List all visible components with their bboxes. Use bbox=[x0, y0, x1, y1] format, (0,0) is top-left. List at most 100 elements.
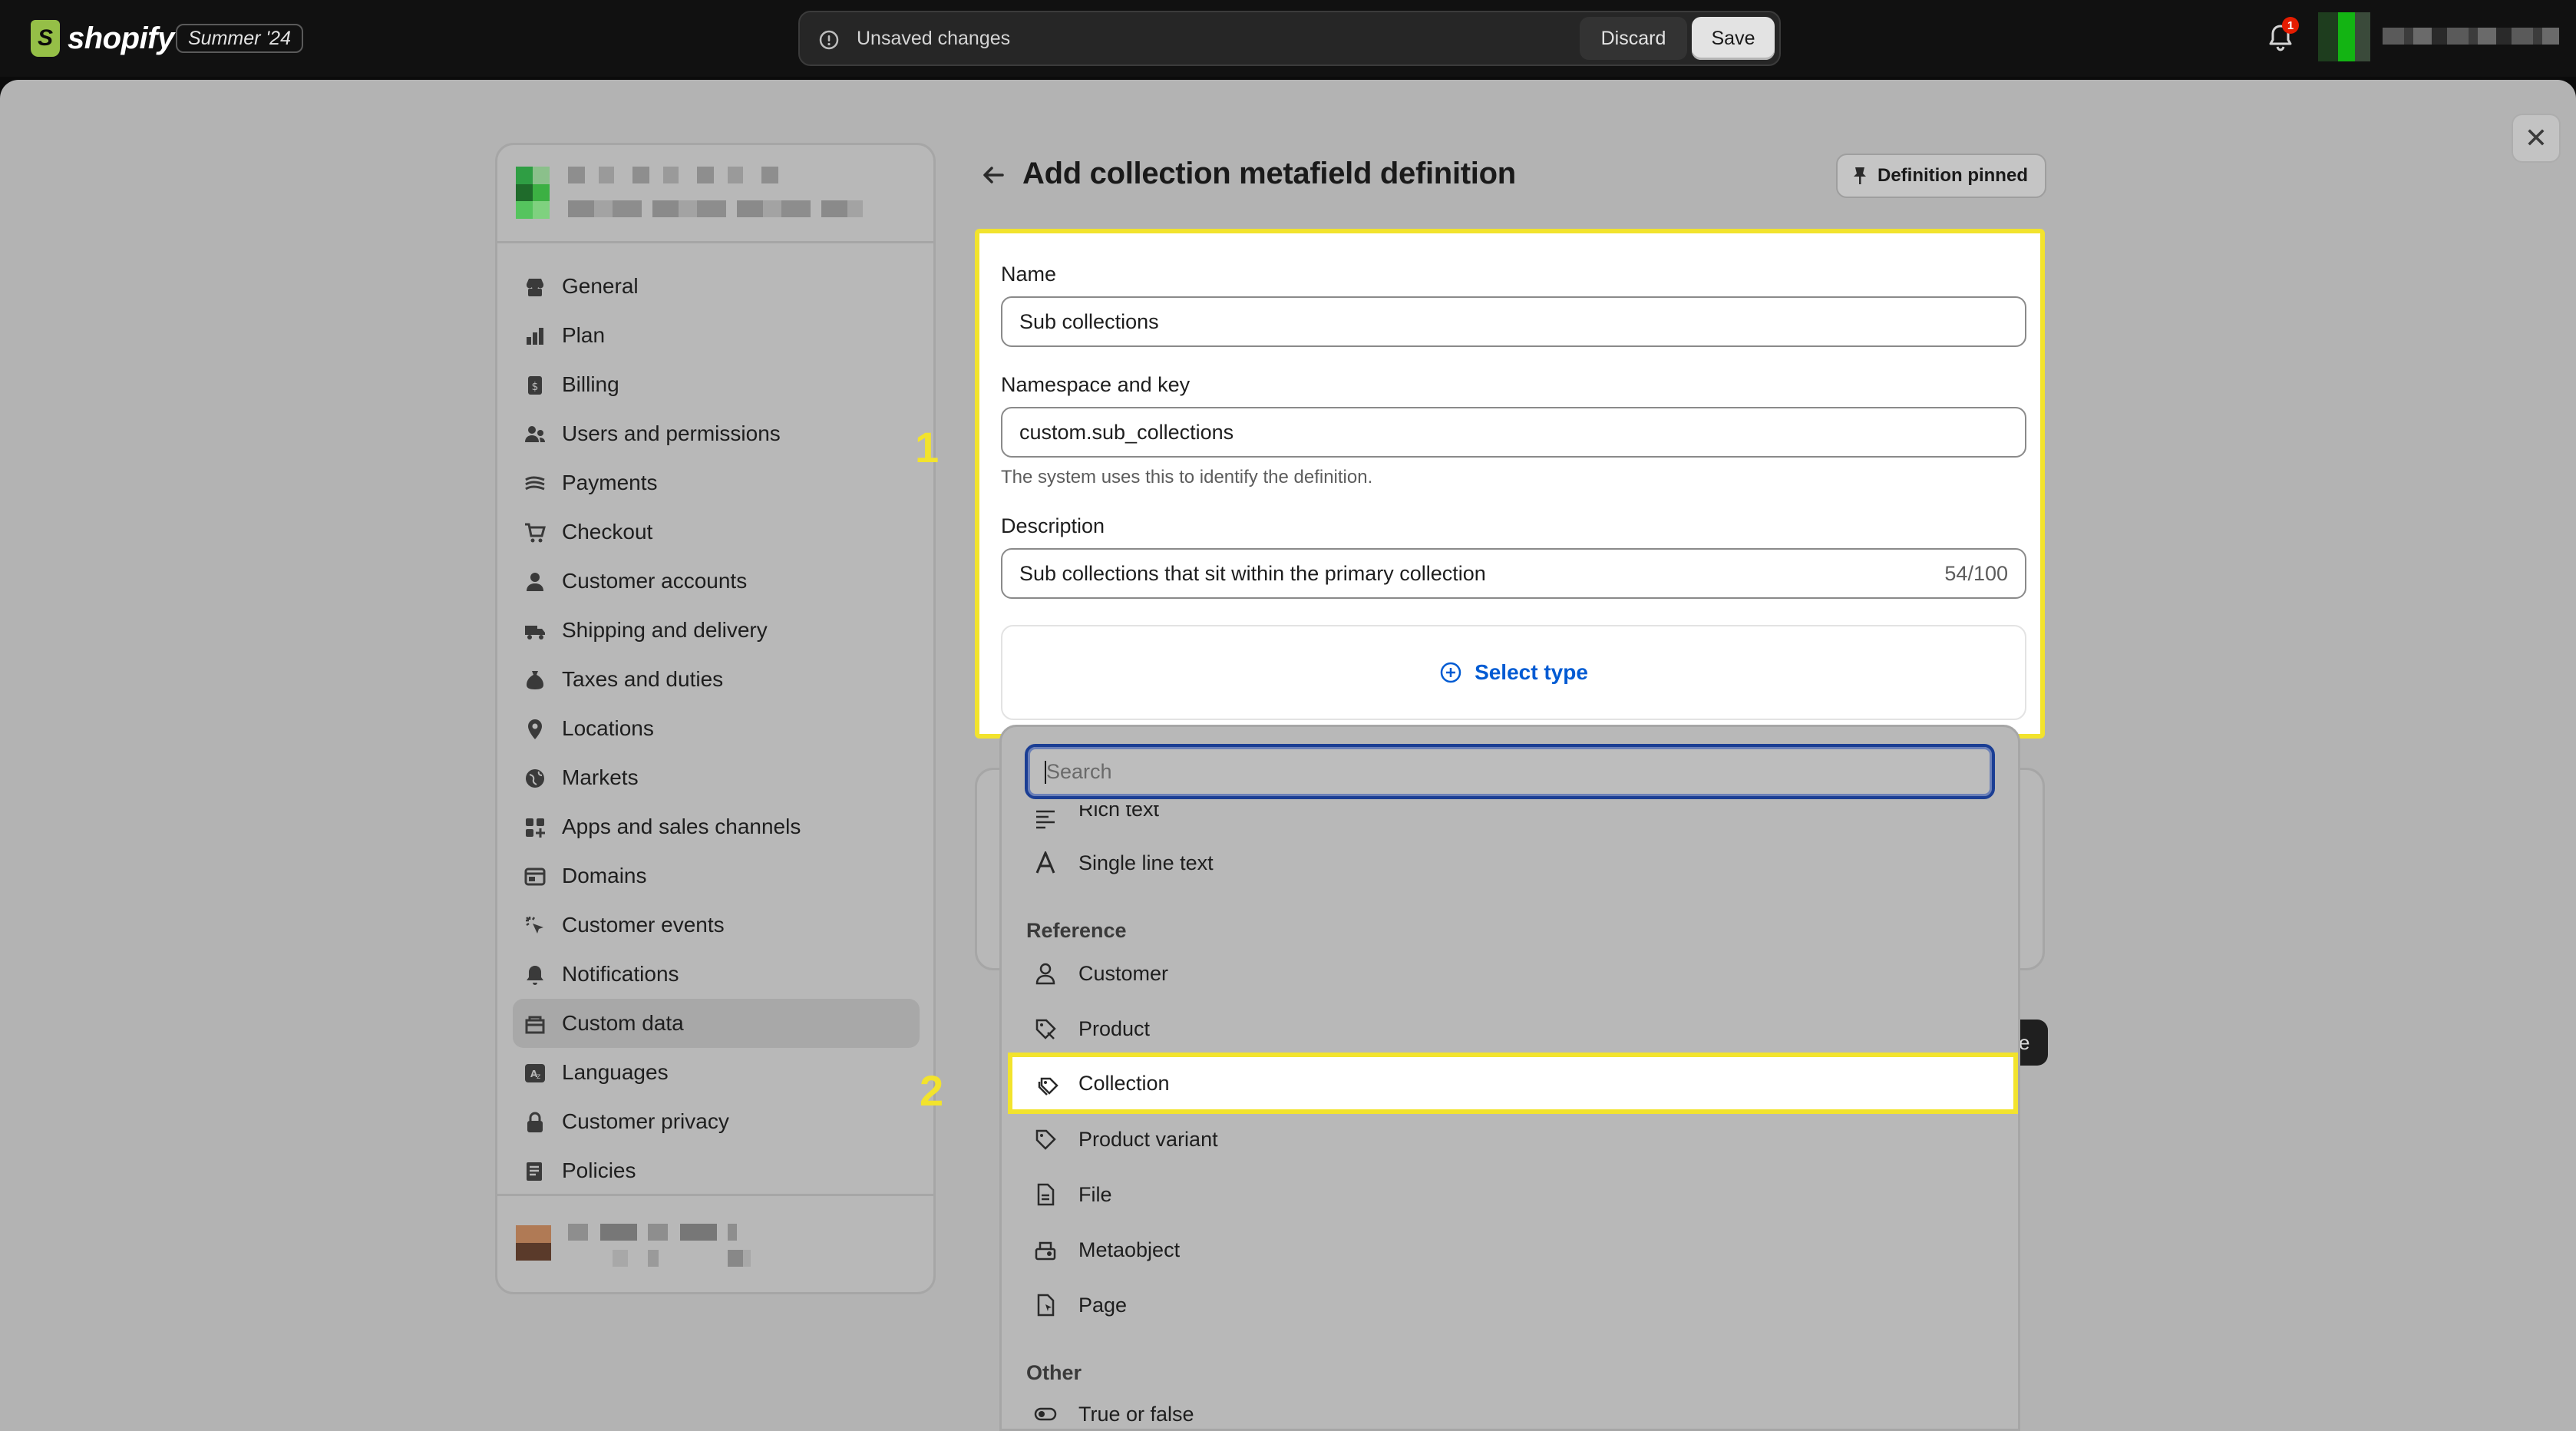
svg-text:$: $ bbox=[532, 381, 539, 393]
sidebar-item-domains[interactable]: Domains bbox=[513, 851, 920, 901]
sidebar-item-label: Custom data bbox=[562, 1011, 684, 1035]
shopify-logo[interactable]: S shopify bbox=[31, 18, 174, 58]
sidebar-item-policies[interactable]: Policies bbox=[513, 1146, 920, 1195]
type-option-product-variant[interactable]: Product variant bbox=[1012, 1112, 2012, 1166]
step-marker-2: 2 bbox=[920, 1066, 944, 1115]
select-type-label: Select type bbox=[1475, 660, 1588, 684]
sidebar-item-label: Payments bbox=[562, 471, 658, 494]
type-option-file[interactable]: File bbox=[1012, 1168, 2012, 1221]
sidebar-item-plan[interactable]: Plan bbox=[513, 311, 920, 360]
sidebar-item-locations[interactable]: Locations bbox=[513, 704, 920, 753]
definition-pinned-button[interactable]: Definition pinned bbox=[1836, 154, 2046, 198]
sidebar-item-shipping-and-delivery[interactable]: Shipping and delivery bbox=[513, 606, 920, 655]
sidebar-item-label: Customer privacy bbox=[562, 1109, 729, 1133]
lock-icon bbox=[527, 1112, 543, 1132]
select-type-button[interactable]: Select type bbox=[1001, 625, 2026, 720]
description-field[interactable]: Sub collections that sit within the prim… bbox=[1001, 548, 2026, 599]
sidebar-item-label: Policies bbox=[562, 1158, 636, 1182]
cart-icon bbox=[525, 523, 546, 543]
reference-section-header: Reference bbox=[1026, 919, 1127, 942]
metafield-form-card: Name Sub collections Namespace and key c… bbox=[975, 229, 2045, 739]
rich-text-icon bbox=[1036, 810, 1055, 829]
type-search-input[interactable]: Search bbox=[1025, 744, 1995, 799]
step-marker-1: 1 bbox=[915, 423, 940, 471]
type-option-rich-text[interactable]: Rich text bbox=[1012, 805, 2012, 833]
sidebar-item-billing[interactable]: $ Billing bbox=[513, 360, 920, 409]
sidebar-item-custom-data[interactable]: Custom data bbox=[513, 999, 920, 1048]
settings-sidebar: General Plan $ Billing Users and permiss… bbox=[495, 143, 936, 1294]
policies-icon bbox=[527, 1162, 542, 1181]
pin-button-label: Definition pinned bbox=[1878, 165, 2028, 186]
text-icon bbox=[1035, 851, 1055, 874]
sidebar-item-languages[interactable]: Az Languages bbox=[513, 1048, 920, 1097]
type-option-label: Page bbox=[1078, 1293, 1128, 1317]
sidebar-item-label: Notifications bbox=[562, 962, 679, 986]
account-email-redacted bbox=[613, 1250, 751, 1267]
sidebar-item-payments[interactable]: Payments bbox=[513, 458, 920, 507]
tax-icon bbox=[527, 671, 543, 689]
svg-text:z: z bbox=[537, 1072, 540, 1081]
sidebar-item-checkout[interactable]: Checkout bbox=[513, 507, 920, 557]
type-option-product[interactable]: Product bbox=[1012, 1002, 2012, 1056]
type-option-collection[interactable]: Collection bbox=[1008, 1053, 2018, 1114]
apps-icon bbox=[526, 818, 545, 838]
sidebar-item-label: Taxes and duties bbox=[562, 667, 724, 691]
name-field[interactable]: Sub collections bbox=[1001, 296, 2026, 347]
discard-button[interactable]: Discard bbox=[1580, 17, 1687, 60]
close-settings-button[interactable]: ✕ bbox=[2512, 114, 2561, 163]
namespace-key-field[interactable]: custom.sub_collections bbox=[1001, 407, 2026, 458]
name-field-value: Sub collections bbox=[1019, 309, 1159, 333]
product-tag-icon bbox=[1035, 1019, 1056, 1039]
user-avatar[interactable] bbox=[2318, 12, 2370, 61]
sidebar-item-taxes-and-duties[interactable]: Taxes and duties bbox=[513, 655, 920, 704]
shopify-bag-icon: S bbox=[31, 20, 60, 57]
type-option-label: Single line text bbox=[1078, 851, 1214, 874]
page-icon bbox=[1037, 1294, 1055, 1317]
sidebar-item-apps-and-sales-channels[interactable]: Apps and sales channels bbox=[513, 802, 920, 851]
sidebar-item-label: Apps and sales channels bbox=[562, 815, 801, 838]
sidebar-item-general[interactable]: General bbox=[513, 262, 920, 311]
description-label: Description bbox=[1001, 514, 1105, 537]
sidebar-item-label: General bbox=[562, 274, 639, 298]
search-placeholder: Search bbox=[1046, 759, 1112, 783]
notification-count-badge: 1 bbox=[2282, 17, 2299, 34]
save-button[interactable]: Save bbox=[1692, 17, 1775, 60]
description-value: Sub collections that sit within the prim… bbox=[1019, 561, 1486, 585]
type-option-page[interactable]: Page bbox=[1012, 1278, 2012, 1332]
cursor-icon bbox=[526, 917, 543, 934]
account-name-redacted bbox=[568, 1224, 737, 1241]
person-icon bbox=[527, 573, 543, 591]
account-footer[interactable] bbox=[497, 1194, 933, 1292]
sidebar-item-markets[interactable]: Markets bbox=[513, 753, 920, 802]
bell-icon bbox=[527, 966, 543, 985]
type-option-label: True or false bbox=[1078, 1402, 1194, 1426]
back-arrow-icon[interactable] bbox=[979, 161, 1007, 189]
sidebar-item-label: Customer accounts bbox=[562, 569, 748, 593]
edition-badge: Summer '24 bbox=[176, 24, 303, 53]
store-icon bbox=[527, 279, 543, 296]
sidebar-item-customer-accounts[interactable]: Customer accounts bbox=[513, 557, 920, 606]
custom-data-icon bbox=[525, 1016, 545, 1034]
sidebar-item-notifications[interactable]: Notifications bbox=[513, 950, 920, 999]
name-label: Name bbox=[1001, 263, 1057, 286]
file-icon bbox=[1037, 1183, 1055, 1206]
sidebar-item-label: Languages bbox=[562, 1060, 669, 1084]
users-icon bbox=[525, 426, 545, 442]
sidebar-item-label: Domains bbox=[562, 864, 647, 887]
settings-nav: General Plan $ Billing Users and permiss… bbox=[513, 262, 920, 1195]
person-icon bbox=[1035, 963, 1055, 985]
namespace-key-value: custom.sub_collections bbox=[1019, 420, 1234, 444]
sidebar-item-customer-events[interactable]: Customer events bbox=[513, 901, 920, 950]
store-logo bbox=[516, 167, 550, 219]
metaobject-icon bbox=[1035, 1241, 1056, 1261]
sidebar-item-users-and-permissions[interactable]: Users and permissions bbox=[513, 409, 920, 458]
store-url-redacted bbox=[568, 200, 863, 217]
store-name-redacted bbox=[568, 167, 783, 183]
namespace-help-text: The system uses this to identify the def… bbox=[1001, 467, 1373, 487]
type-option-metaobject[interactable]: Metaobject bbox=[1012, 1223, 2012, 1277]
type-option-true-or-false[interactable]: True or false bbox=[1012, 1387, 2012, 1429]
type-option-customer[interactable]: Customer bbox=[1012, 947, 2012, 1000]
sidebar-item-customer-privacy[interactable]: Customer privacy bbox=[513, 1097, 920, 1146]
type-option-single-line-text[interactable]: Single line text bbox=[1012, 836, 2012, 890]
store-header[interactable] bbox=[497, 145, 933, 243]
